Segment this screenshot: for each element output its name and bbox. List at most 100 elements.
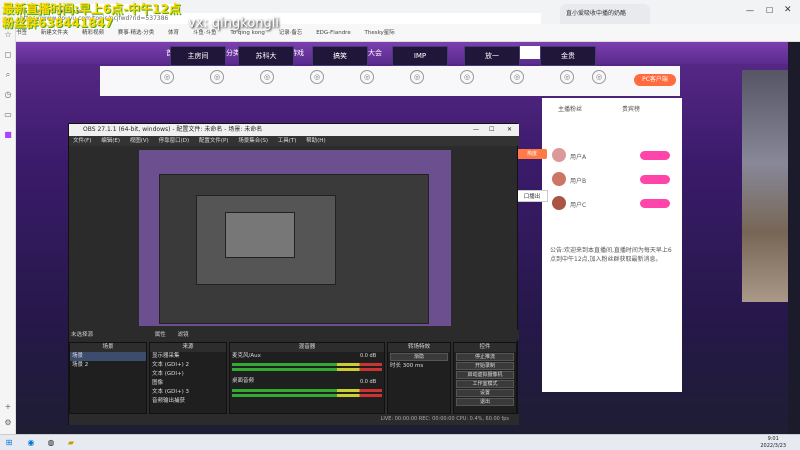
bookmark[interactable]: Thesky星际: [364, 30, 394, 36]
bookmark[interactable]: 记录·备忘: [279, 30, 303, 36]
mixer-db: 0.0 dB: [360, 379, 377, 385]
menu-scene-collection[interactable]: 场景集合(S): [238, 138, 268, 144]
scene-item[interactable]: 场景 2: [70, 361, 146, 370]
studio-mode-button[interactable]: 工作室模式: [456, 380, 514, 388]
obs-title-text: OBS 27.1.1 (64-bit, windows) - 配置文件: 未命名…: [83, 126, 263, 133]
add-icon[interactable]: +: [3, 402, 13, 412]
rank-badge: [640, 199, 670, 208]
rank-row[interactable]: 用户B: [552, 172, 676, 188]
category-item[interactable]: 苏科大: [238, 46, 294, 66]
start-recording-button[interactable]: 开始录制: [456, 362, 514, 370]
bag-icon[interactable]: ◻: [3, 50, 13, 60]
category-bar: 主房间 苏科大 搞笑 IMP 放一 金贵: [170, 46, 610, 66]
task-icon[interactable]: ◎: [310, 70, 324, 84]
stop-streaming-button[interactable]: 停止推流: [456, 353, 514, 361]
category-item[interactable]: 金贵: [540, 46, 596, 66]
panel-tab-vip[interactable]: 贵宾榜: [622, 104, 640, 113]
panel-tab-fans[interactable]: 主播粉丝: [558, 104, 582, 113]
source-item[interactable]: 文本 (GDI+): [150, 370, 226, 379]
mixer-db: 0.0 dB: [360, 353, 377, 359]
virtual-camera-button[interactable]: 启动虚拟摄像机: [456, 371, 514, 379]
start-icon[interactable]: ⊞: [4, 438, 14, 448]
settings-icon[interactable]: ⚙: [3, 418, 13, 428]
menu-file[interactable]: 文件(F): [73, 138, 91, 144]
room-notice: 公告:欢迎来到本直播间,直播时间为每天早上6点到中午12点,加入粉丝群获取最新消…: [550, 247, 672, 263]
sources-dock: 来源 显示器采集 文本 (GDI+) 2 文本 (GDI+) 图像 文本 (GD…: [149, 342, 227, 414]
stream-overlay-fangroup: 粉丝群638441847: [2, 16, 114, 30]
duration-input[interactable]: 300 ms: [403, 363, 423, 369]
properties-button[interactable]: 属性: [155, 332, 166, 338]
category-item[interactable]: 主房间: [170, 46, 226, 66]
gift-icon[interactable]: ◎: [160, 70, 174, 84]
obs-icon[interactable]: ◍: [46, 438, 56, 448]
rank-row[interactable]: 用户A: [552, 148, 676, 164]
star-icon[interactable]: ☆: [3, 30, 13, 40]
source-item[interactable]: 图像: [150, 379, 226, 388]
bookmark[interactable]: 赛事·精选·分类: [118, 30, 155, 36]
settings-button[interactable]: 设置: [456, 389, 514, 397]
scenes-dock: 场景 场景 场景 2: [69, 342, 147, 414]
card-icon[interactable]: ◎: [460, 70, 474, 84]
bookmark[interactable]: 体育: [168, 30, 179, 36]
filters-button[interactable]: 滤镜: [178, 332, 189, 338]
audio-meter: [232, 363, 382, 366]
fans-icon[interactable]: ◎: [260, 70, 274, 84]
obs-window: OBS 27.1.1 (64-bit, windows) - 配置文件: 未命名…: [68, 123, 519, 425]
more-icon[interactable]: ◎: [592, 70, 606, 84]
obs-source-toolbar: 未选择源 属性 滤镜: [69, 330, 519, 340]
sources-header: 来源: [150, 343, 226, 352]
obs-maximize-icon[interactable]: ☐: [489, 124, 494, 136]
category-item[interactable]: 放一: [464, 46, 520, 66]
scene-item[interactable]: 场景: [70, 352, 146, 361]
obs-minimize-icon[interactable]: —: [473, 124, 479, 136]
menu-help[interactable]: 帮助(H): [306, 138, 325, 144]
minimize-icon[interactable]: —: [746, 6, 754, 15]
browser-tab-right[interactable]: 直小爱吸收中播的奶酪: [560, 4, 650, 24]
rank-row[interactable]: 用户C: [552, 196, 676, 212]
exit-button[interactable]: 退出: [456, 398, 514, 406]
mail-icon[interactable]: ◎: [560, 70, 574, 84]
obs-preview[interactable]: [139, 150, 451, 326]
windows-taskbar: ⊞ ◉ ◍ ▰ 9:01 2022/3/23: [0, 434, 800, 450]
folder-icon[interactable]: ▰: [66, 438, 76, 448]
room-toolbar: ◎ ◎ ◎ ◎ ◎ ◎ ◎ ◎ ◎ ◎ PC客户端: [100, 66, 680, 96]
menu-docks[interactable]: 停靠窗口(D): [159, 138, 190, 144]
lottery-icon[interactable]: ◎: [510, 70, 524, 84]
stream-overlay-wechat: vx: qingkongli: [188, 16, 279, 31]
category-item[interactable]: IMP: [392, 46, 448, 66]
bookmark[interactable]: EDG-Flandre: [316, 30, 351, 36]
browser-icon[interactable]: ◉: [26, 438, 36, 448]
transition-select[interactable]: 渐隐: [390, 353, 448, 361]
controls-header: 控件: [454, 343, 516, 352]
history-icon[interactable]: ◷: [3, 90, 13, 100]
app-icon[interactable]: ■: [3, 130, 13, 140]
menu-profile[interactable]: 配置文件(P): [199, 138, 229, 144]
source-item[interactable]: 文本 (GDI+) 2: [150, 361, 226, 370]
mixer-header: 混音器: [230, 343, 384, 352]
menu-tools[interactable]: 工具(T): [278, 138, 297, 144]
obs-close-icon[interactable]: ✕: [507, 124, 512, 136]
transitions-header: 转场特效: [388, 343, 450, 352]
game-icon[interactable]: ◎: [360, 70, 374, 84]
audio-meter: [232, 368, 382, 371]
category-item[interactable]: 搞笑: [312, 46, 368, 66]
mixer-dock: 混音器 麦克风/Aux 0.0 dB 桌面音频 0.0 dB: [229, 342, 385, 414]
vip-icon[interactable]: ◎: [410, 70, 424, 84]
source-item[interactable]: 文本 (GDI+) 3: [150, 388, 226, 397]
scenes-header: 场景: [70, 343, 146, 352]
menu-view[interactable]: 视图(V): [130, 138, 149, 144]
chat-icon[interactable]: ▭: [3, 110, 13, 120]
source-item[interactable]: 音频输出捕获: [150, 397, 226, 406]
nested-preview: [159, 174, 429, 324]
fan-ranking-panel: 主播粉丝 贵宾榜 用户A 用户B 用户C 公告:欢迎来到本直播间,直播时间为每天…: [542, 98, 682, 392]
side-ad-banner[interactable]: [742, 70, 788, 302]
popup-label[interactable]: 口播出: [516, 190, 548, 202]
maximize-icon[interactable]: ☐: [766, 6, 773, 15]
system-clock[interactable]: 9:01 2022/3/23: [760, 436, 786, 450]
pc-client-button[interactable]: PC客户端: [634, 74, 676, 86]
menu-edit[interactable]: 编辑(E): [101, 138, 120, 144]
source-item[interactable]: 显示器采集: [150, 352, 226, 361]
share-icon[interactable]: ◎: [210, 70, 224, 84]
search-icon[interactable]: ⌕: [3, 70, 13, 80]
close-icon[interactable]: ✕: [784, 5, 792, 15]
